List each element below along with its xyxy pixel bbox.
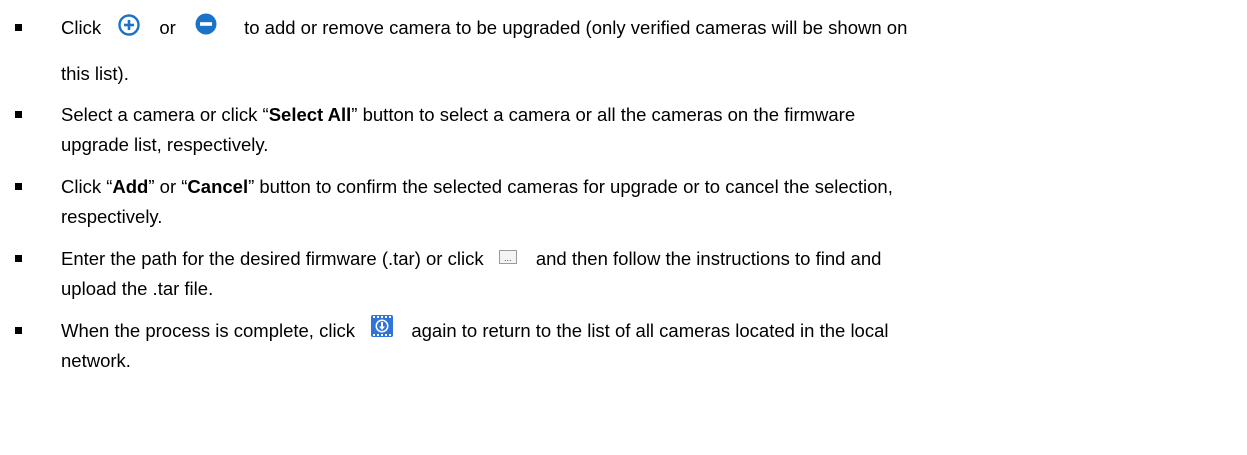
plus-circle-icon <box>118 14 140 36</box>
item-text: and then follow the instructions to find… <box>535 248 882 269</box>
item-text: upgrade list, respectively. <box>61 134 269 155</box>
browse-ellipsis-icon: ... <box>498 250 517 265</box>
item-text: Click <box>61 17 102 38</box>
item-text: this list). <box>61 63 129 84</box>
item-text: Enter the path for the desired firmware … <box>61 248 484 269</box>
item-line: When the process is complete, click agai… <box>61 315 889 344</box>
item-line: this list). <box>61 63 129 85</box>
item-line: upload the .tar file. <box>61 278 213 300</box>
add-label: Add <box>112 176 149 197</box>
item-line: respectively. <box>61 206 162 228</box>
select-all-label: Select All <box>268 104 352 125</box>
firmware-upgrade-icon <box>370 314 394 338</box>
item-text: ” button to confirm the selected cameras… <box>248 176 893 197</box>
cancel-label: Cancel <box>187 176 249 197</box>
bullet-marker <box>15 111 22 118</box>
item-text: ” button to select a camera or all the c… <box>351 104 856 125</box>
item-text: again to return to the list of all camer… <box>411 320 889 341</box>
item-text: respectively. <box>61 206 163 227</box>
item-text: to add or remove camera to be upgraded (… <box>244 17 908 38</box>
item-text: Click “ <box>61 176 113 197</box>
item-line: network. <box>61 350 131 372</box>
item-text: Select a camera or click “ <box>61 104 269 125</box>
item-line: Enter the path for the desired firmware … <box>61 248 881 270</box>
item-text: upload the .tar file. <box>61 278 214 299</box>
item-line: Select a camera or click “Select All” bu… <box>61 104 855 126</box>
item-line: Click or to add or remove camera to be u… <box>61 13 908 40</box>
item-line: Click “Add” or “Cancel” button to confir… <box>61 176 893 198</box>
item-text: network. <box>61 350 131 371</box>
item-text: When the process is complete, click <box>61 320 356 341</box>
bullet-marker <box>15 183 22 190</box>
bullet-marker <box>15 24 22 31</box>
browse-glyph: ... <box>503 253 512 264</box>
bullet-marker <box>15 327 22 334</box>
item-line: upgrade list, respectively. <box>61 134 268 156</box>
bullet-marker <box>15 255 22 262</box>
item-text: ” or “ <box>148 176 188 197</box>
item-text: or <box>159 17 176 38</box>
minus-circle-icon <box>195 13 217 35</box>
